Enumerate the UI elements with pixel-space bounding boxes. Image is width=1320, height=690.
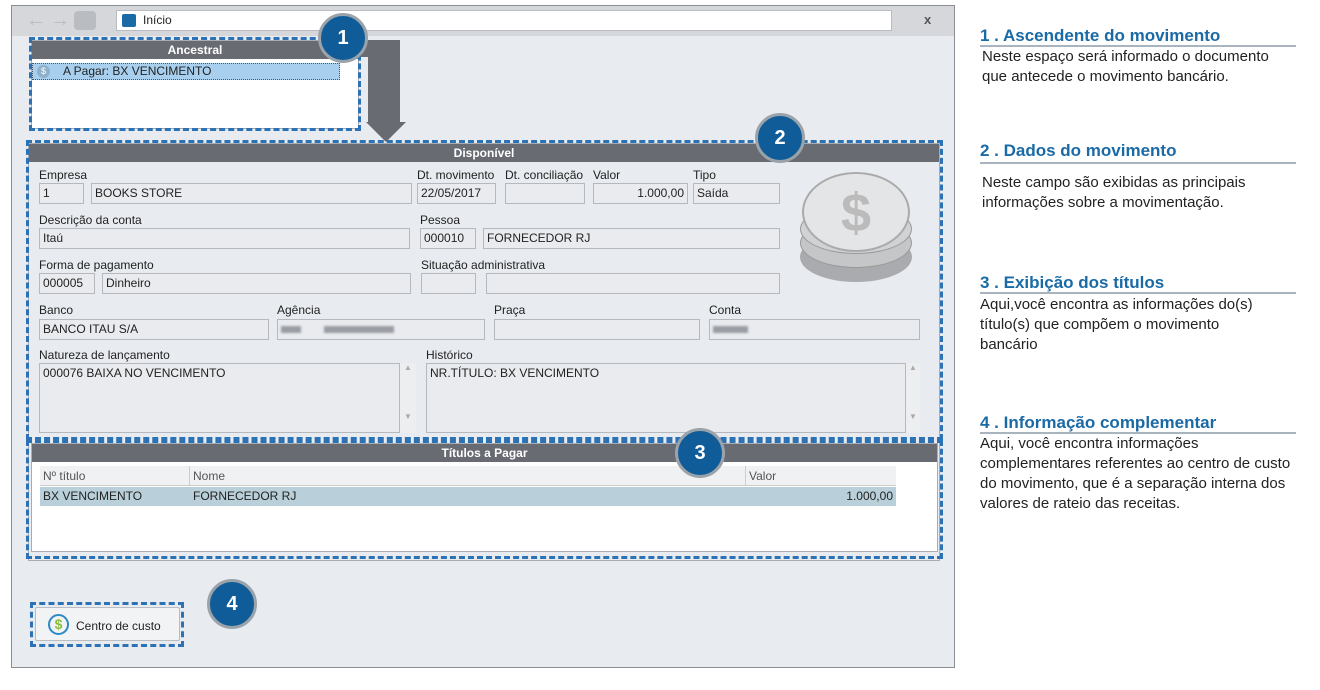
badge-1: 1 bbox=[318, 13, 368, 63]
annotation-box-2 bbox=[26, 140, 943, 440]
note-3-title: 3 . Exibição dos títulos bbox=[980, 273, 1296, 294]
note-2-title: 2 . Dados do movimento bbox=[980, 141, 1296, 164]
note-3-text: Aqui,você encontra as informações do(s) … bbox=[980, 296, 1253, 353]
badge-2: 2 bbox=[755, 113, 805, 163]
home-tab-icon bbox=[122, 14, 136, 27]
badge-4: 4 bbox=[207, 579, 257, 629]
annotation-box-3 bbox=[26, 440, 943, 559]
annotation-box-4 bbox=[30, 602, 184, 647]
note-1-text: Neste espaço será informado o documento … bbox=[982, 48, 1269, 85]
note-4-text: Aqui, você encontra informações compleme… bbox=[980, 435, 1291, 512]
note-1-title: 1 . Ascendente do movimento bbox=[980, 26, 1296, 47]
back-icon[interactable]: ← bbox=[26, 9, 46, 32]
home-icon[interactable] bbox=[74, 11, 96, 30]
forward-icon[interactable]: → bbox=[50, 9, 70, 32]
flow-arrow-head bbox=[366, 122, 406, 142]
flow-arrow-shaft bbox=[368, 40, 400, 123]
address-text: Início bbox=[143, 13, 172, 27]
close-button[interactable]: x bbox=[924, 12, 931, 27]
note-2-text: Neste campo são exibidas as principais i… bbox=[982, 174, 1246, 211]
address-bar[interactable]: Início bbox=[116, 10, 892, 31]
annotation-box-1 bbox=[29, 37, 361, 131]
note-4-title: 4 . Informação complementar bbox=[980, 413, 1296, 434]
badge-3: 3 bbox=[675, 428, 725, 478]
title-bar: ← → Início x bbox=[12, 6, 954, 36]
